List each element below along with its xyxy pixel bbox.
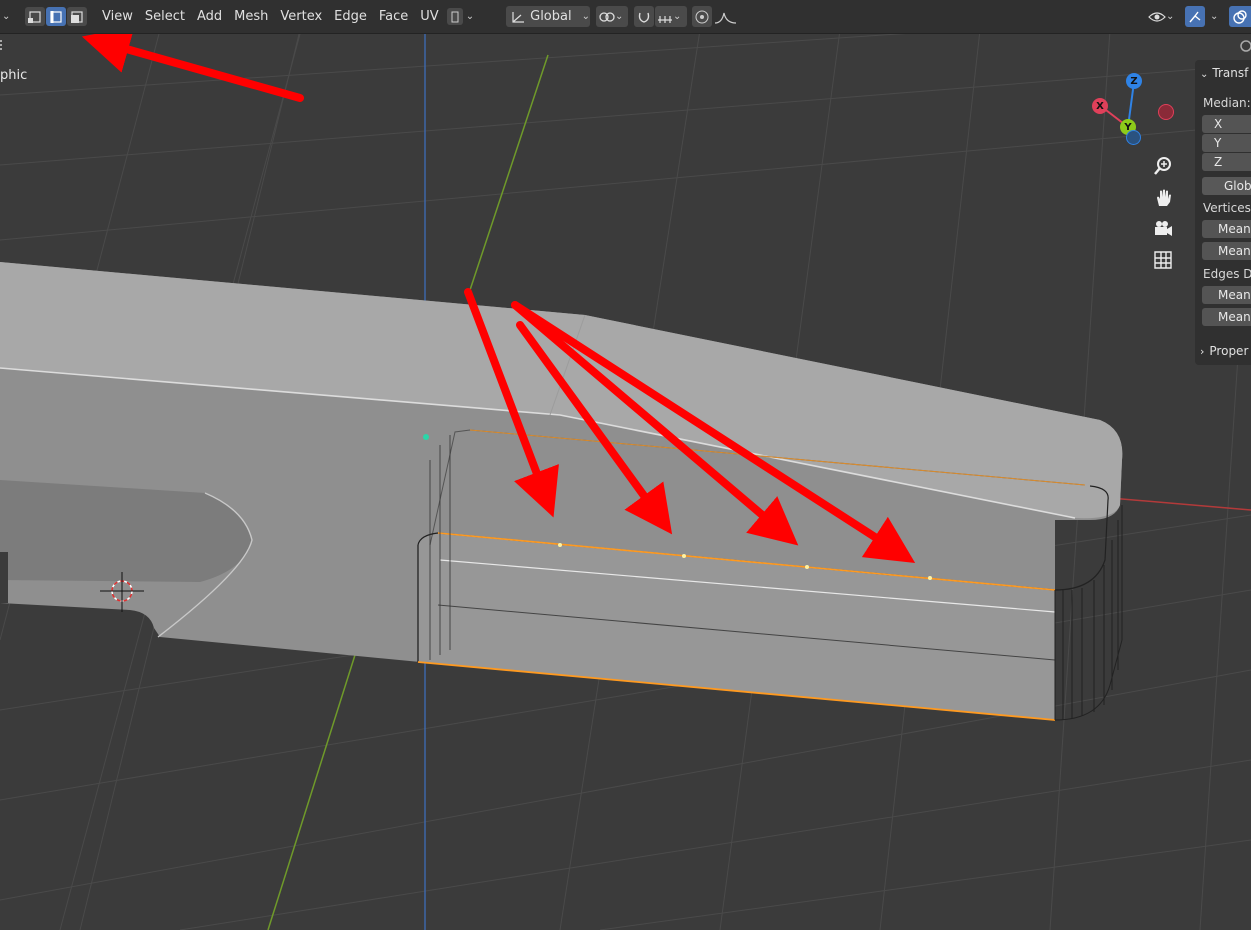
gizmo-icon	[1189, 11, 1201, 22]
edges-mean-field-1[interactable]: Mean	[1202, 286, 1251, 304]
vertices-mean-field-2[interactable]: Mean	[1202, 242, 1251, 260]
view-name-label: phic	[0, 68, 28, 83]
3d-viewport[interactable]	[0, 0, 1251, 930]
overlays-icon	[1233, 9, 1247, 24]
pan-view-button[interactable]	[1150, 185, 1176, 211]
properties-panel-header[interactable]: › Proper	[1200, 344, 1248, 358]
mode-dropdown-chevron-icon[interactable]: ⌄	[2, 6, 10, 27]
menu-edge[interactable]: Edge	[328, 9, 373, 24]
menu-add[interactable]: Add	[191, 9, 228, 24]
falloff-curve-icon	[714, 12, 737, 24]
navigation-gizmo[interactable]: Z X Y	[1090, 70, 1180, 150]
falloff-dropdown[interactable]	[714, 6, 744, 27]
uv-dropdown-chevron-icon[interactable]: ⌄	[466, 11, 474, 22]
gizmo-neg-x-ball[interactable]	[1158, 104, 1174, 120]
sidebar-panel: ⌄Transf Median: X Y Z Glob Vertices I Me…	[1195, 60, 1251, 365]
origin-point	[423, 434, 429, 440]
proportional-edit-icon	[695, 10, 709, 23]
menu-mesh[interactable]: Mesh	[228, 9, 274, 24]
snap-target-dropdown[interactable]: ⌄	[655, 6, 687, 27]
edge-select-icon[interactable]	[46, 7, 66, 26]
transform-panel-header[interactable]: ⌄ Transf	[1200, 66, 1248, 80]
vertices-mean-field-1[interactable]: Mean	[1202, 220, 1251, 238]
gizmo-chevron-icon[interactable]: ⌄	[1210, 6, 1218, 27]
median-x-field[interactable]: X	[1202, 115, 1251, 133]
median-label: Median:	[1203, 96, 1251, 110]
gizmo-neg-y-ball[interactable]	[1126, 130, 1141, 145]
proportional-edit-toggle[interactable]	[692, 6, 712, 27]
magnet-icon	[638, 12, 650, 23]
edges-data-label: Edges Da	[1203, 267, 1251, 281]
pivot-chevron-icon: ⌄	[615, 11, 624, 22]
pivot-icon	[599, 11, 615, 22]
gizmo-x-ball[interactable]: X	[1092, 98, 1108, 114]
pivot-point-dropdown[interactable]: ⌄	[596, 6, 628, 27]
transform-orientation-label: Global	[530, 9, 572, 24]
menu-vertex[interactable]: Vertex	[274, 9, 328, 24]
gizmo-toggle[interactable]	[1185, 6, 1205, 27]
transform-orientation-dropdown[interactable]: Global ⌄	[506, 6, 590, 27]
chevron-right-icon: ›	[1200, 345, 1205, 358]
median-z-field[interactable]: Z	[1202, 153, 1251, 171]
overlays-toggle[interactable]	[1229, 6, 1251, 27]
menu-face[interactable]: Face	[373, 9, 414, 24]
orientation-chevron-icon: ⌄	[581, 11, 590, 22]
camera-icon	[1155, 221, 1172, 236]
visibility-dropdown[interactable]: ⌄	[1148, 6, 1180, 27]
sidebar-tab-icon[interactable]	[1238, 38, 1251, 52]
camera-view-button[interactable]	[1150, 216, 1176, 242]
magnifier-zoom-icon	[1154, 157, 1171, 175]
eye-selectable-icon	[1148, 11, 1166, 22]
snap-toggle[interactable]	[634, 6, 654, 27]
menu-select[interactable]: Select	[139, 9, 191, 24]
zoom-view-button[interactable]	[1150, 153, 1176, 179]
edges-mean-field-2[interactable]: Mean	[1202, 308, 1251, 326]
vertices-data-label: Vertices I	[1203, 201, 1251, 215]
visibility-chevron-icon: ⌄	[1166, 11, 1175, 22]
menu-uv[interactable]: UV	[414, 9, 444, 24]
orientation-axes-icon	[512, 11, 524, 23]
face-select-icon[interactable]	[67, 7, 87, 26]
select-mode-group	[25, 6, 87, 27]
chevron-down-icon: ⌄	[1200, 69, 1209, 80]
vertex-select-icon[interactable]	[25, 7, 45, 26]
snap-increment-icon	[658, 15, 672, 23]
menu-view[interactable]: View	[96, 9, 139, 24]
toolbar-collapse-icon[interactable]	[0, 40, 6, 50]
uv-sync-icon[interactable]	[446, 8, 463, 25]
snap-chevron-icon: ⌄	[673, 11, 682, 22]
orthographic-toggle-button[interactable]	[1150, 247, 1176, 273]
grid-ortho-icon	[1154, 251, 1172, 269]
viewport-header: ⌄ View Select Add Mesh Vertex Edge Face …	[0, 0, 1251, 34]
hand-pan-icon	[1157, 189, 1171, 206]
median-y-field[interactable]: Y	[1202, 134, 1251, 152]
header-menus: View Select Add Mesh Vertex Edge Face UV…	[96, 6, 474, 27]
gizmo-z-ball[interactable]: Z	[1126, 73, 1142, 89]
global-local-toggle[interactable]: Glob	[1202, 177, 1251, 195]
